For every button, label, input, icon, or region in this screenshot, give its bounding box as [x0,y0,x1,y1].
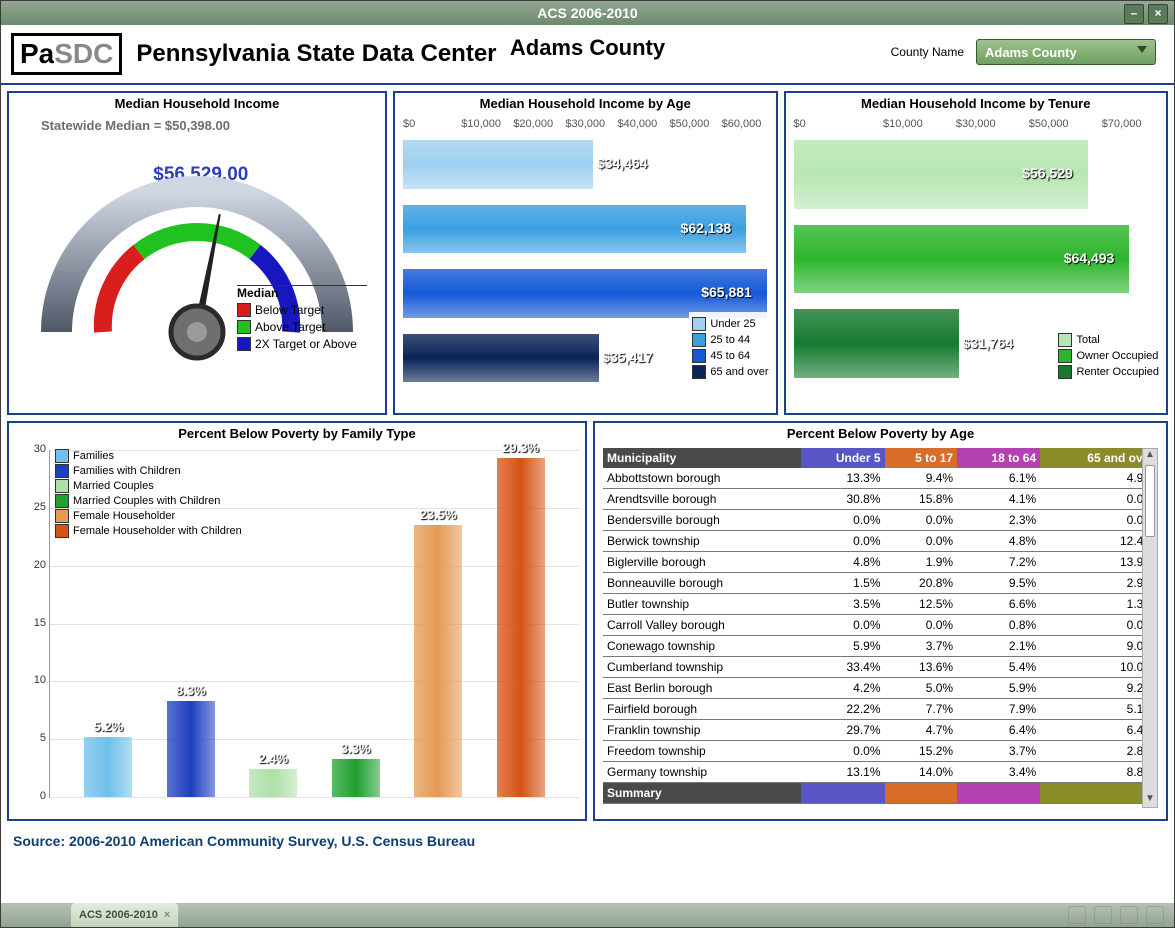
title-bar: ACS 2006-2010 – × [1,1,1174,25]
family-chart-panel: Percent Below Poverty by Family Type 051… [7,421,587,821]
table-row[interactable]: Cumberland township33.4%13.6%5.4%10.0% [603,657,1158,678]
table-row[interactable]: East Berlin borough4.2%5.0%5.9%9.2% [603,678,1158,699]
close-tab-icon[interactable]: × [164,907,170,923]
table-header[interactable]: 65 and over [1040,448,1158,468]
footer-icons [1068,906,1164,924]
source-line: Source: 2006-2010 American Community Sur… [1,827,1174,855]
org-name: Pennsylvania State Data Center [136,40,496,68]
legend-item: Female Householder [55,509,242,523]
tenure-chart-panel: Median Household Income by Tenure $0$10,… [784,91,1169,415]
scrollbar[interactable]: ▲ ▼ [1142,448,1158,808]
gauge-panel: Median Household Income Statewide Median… [7,91,387,415]
bar: $64,493 [794,219,1159,300]
table-row[interactable]: Biglerville borough4.8%1.9%7.2%13.9% [603,552,1158,573]
legend-item: Owner Occupied [1058,349,1159,363]
bar: 8.3% [167,701,215,797]
table-row[interactable]: Franklin township29.7%4.7%6.4%6.4% [603,720,1158,741]
bar: $34,464 [403,134,768,195]
legend-item: Married Couples [55,479,242,493]
gauge-legend: Median Below TargetAbove Target2X Target… [237,285,367,354]
table-row[interactable]: Butler township3.5%12.5%6.6%1.3% [603,594,1158,615]
age-chart-title: Median Household Income by Age [395,93,776,114]
table-row[interactable]: Arendtsville borough30.8%15.8%4.1%0.0% [603,489,1158,510]
top-panels: Median Household Income Statewide Median… [1,85,1174,421]
age-xaxis: $0$10,000$20,000$30,000$40,000$50,000$60… [403,118,768,130]
table-header[interactable]: 18 to 64 [957,448,1040,468]
grid-icon[interactable] [1068,906,1086,924]
legend-item: Below Target [237,303,367,317]
family-legend: FamiliesFamilies with ChildrenMarried Co… [55,448,242,539]
table-row[interactable]: Bendersville borough0.0%0.0%2.3%0.0% [603,510,1158,531]
scroll-down-icon[interactable]: ▼ [1143,793,1157,807]
table-row[interactable]: Berwick township0.0%0.0%4.8%12.4% [603,531,1158,552]
page-title: Adams County [510,35,665,61]
table-row[interactable]: Carroll Valley borough0.0%0.0%0.8%0.0% [603,615,1158,636]
age-legend: Under 25 25 to 44 45 to 64 65 and over [689,312,771,384]
bar: $56,529 [794,134,1159,215]
header: PaSDC Pennsylvania State Data Center Ada… [1,25,1174,85]
legend-item: 45 to 64 [692,349,768,363]
scroll-thumb[interactable] [1145,465,1155,537]
legend-item: 2X Target or Above [237,337,367,351]
legend-item: 65 and over [692,365,768,379]
bottom-panels: Percent Below Poverty by Family Type 051… [1,421,1174,827]
bar: 23.5% [414,525,462,797]
table-header[interactable]: Under 5 [801,448,884,468]
footer-tabs: ACS 2006-2010 × [1,903,1174,927]
poverty-table-panel: Percent Below Poverty by Age Municipalit… [593,421,1168,821]
table-row[interactable]: Freedom township0.0%15.2%3.7%2.8% [603,741,1158,762]
app-window: ACS 2006-2010 – × PaSDC Pennsylvania Sta… [0,0,1175,928]
legend-item: Married Couples with Children [55,494,242,508]
legend-item: Above Target [237,320,367,334]
layers-icon[interactable] [1120,906,1138,924]
table-header[interactable]: Municipality [603,448,801,468]
table-row[interactable]: Bonneauville borough1.5%20.8%9.5%2.9% [603,573,1158,594]
table-row[interactable]: Abbottstown borough13.3%9.4%6.1%4.9% [603,468,1158,489]
tenure-xaxis: $0$10,000$30,000$50,000$70,000 [794,118,1159,130]
age-chart-panel: Median Household Income by Age $0$10,000… [393,91,778,415]
bar: 3.3% [332,759,380,797]
legend-item: Total [1058,333,1159,347]
table-row[interactable]: Fairfield borough22.2%7.7%7.9%5.1% [603,699,1158,720]
county-select[interactable]: Adams County [976,39,1156,65]
chevron-down-icon [1137,46,1147,53]
bar: 29.3% [497,458,545,797]
tenure-chart-title: Median Household Income by Tenure [786,93,1167,114]
refresh-icon[interactable] [1146,906,1164,924]
legend-item: Families with Children [55,464,242,478]
gauge-title: Median Household Income [9,93,385,114]
minimize-button[interactable]: – [1124,4,1144,24]
summary-row[interactable]: Summary [603,783,1158,804]
tenure-legend: Total Owner Occupied Renter Occupied [1055,328,1162,384]
poverty-table: MunicipalityUnder 55 to 1718 to 6465 and… [603,448,1158,804]
search-icon[interactable] [1094,906,1112,924]
legend-item: Renter Occupied [1058,365,1159,379]
bar: $62,138 [403,199,768,260]
legend-item: Under 25 [692,317,768,331]
county-name-label: County Name [891,45,964,59]
close-button[interactable]: × [1148,4,1168,24]
table-row[interactable]: Germany township13.1%14.0%3.4%8.8% [603,762,1158,783]
footer-tab[interactable]: ACS 2006-2010 × [71,903,178,927]
bar: 5.2% [84,737,132,797]
logo: PaSDC [11,33,122,75]
legend-item: Female Householder with Children [55,524,242,538]
bar: 2.4% [249,769,297,797]
legend-item: 25 to 44 [692,333,768,347]
table-header[interactable]: 5 to 17 [885,448,958,468]
poverty-table-title: Percent Below Poverty by Age [595,423,1166,444]
legend-item: Families [55,449,242,463]
window-title: ACS 2006-2010 [537,5,637,21]
scroll-up-icon[interactable]: ▲ [1143,449,1157,463]
gauge-note: Statewide Median = $50,398.00 [41,118,230,133]
table-row[interactable]: Conewago township5.9%3.7%2.1%9.0% [603,636,1158,657]
